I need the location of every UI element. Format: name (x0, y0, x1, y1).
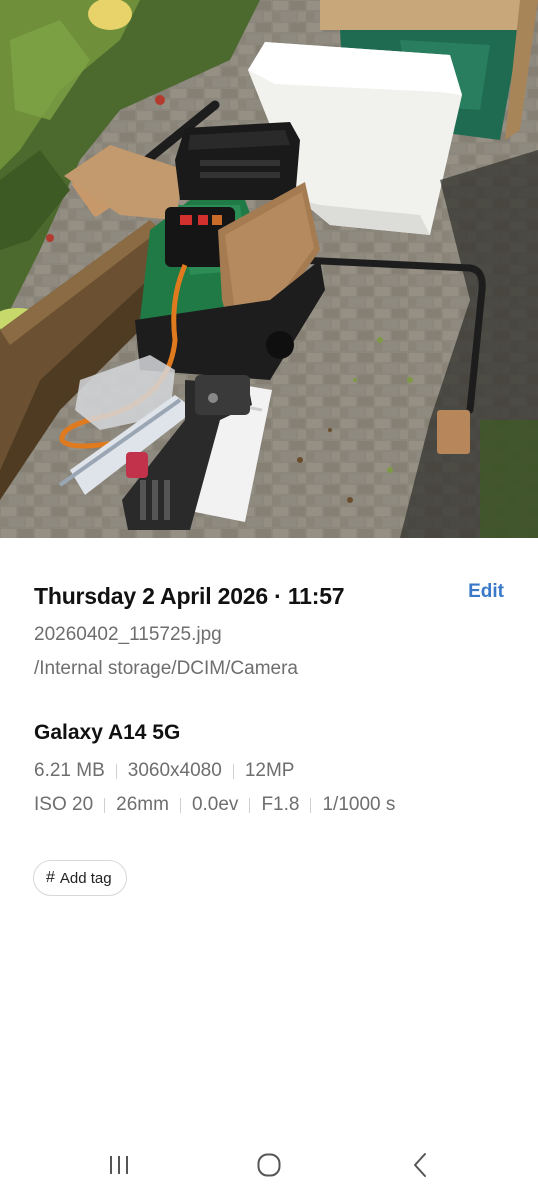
file-path[interactable]: /Internal storage/DCIM/Camera (34, 658, 298, 680)
home-icon (257, 1153, 281, 1177)
file-name: 20260402_115725.jpg (34, 624, 222, 645)
edit-button[interactable]: Edit (468, 581, 504, 603)
iso: ISO 20 (34, 794, 94, 815)
separator (179, 797, 181, 813)
back-icon (414, 1153, 426, 1177)
photo-viewer[interactable] (0, 0, 538, 538)
photo-image (0, 0, 538, 538)
separator (249, 797, 251, 813)
hashtag-icon: # (46, 869, 55, 886)
aperture: F1.8 (261, 794, 300, 815)
resolution: 3060x4080 (127, 760, 222, 781)
file-info-row: 6.21 MB 3060x4080 12MP (34, 760, 294, 782)
megapixels: 12MP (244, 760, 295, 781)
camera-info-row: ISO 20 26mm 0.0ev F1.8 1/1000 s (34, 794, 395, 816)
recents-button[interactable] (99, 1150, 139, 1180)
add-tag-label: Add tag (59, 869, 112, 887)
separator (232, 763, 234, 779)
add-tag-button[interactable]: # Add tag (33, 860, 127, 896)
recents-icon (110, 1156, 128, 1174)
separator (104, 797, 106, 813)
shutter-speed: 1/1000 s (322, 794, 396, 815)
file-size: 6.21 MB (34, 760, 105, 781)
home-button[interactable] (249, 1150, 289, 1180)
date-time: Thursday 2 April 2026 · 11:57 (34, 583, 345, 609)
device-model: Galaxy A14 5G (34, 721, 181, 744)
back-button[interactable] (401, 1150, 441, 1180)
exposure-value: 0.0ev (191, 794, 239, 815)
navigation-bar (0, 1128, 538, 1200)
details-panel: Thursday 2 April 2026 · 11:57 Edit 20260… (0, 538, 538, 1128)
separator (115, 763, 117, 779)
separator (310, 797, 312, 813)
focal-length: 26mm (116, 794, 169, 815)
